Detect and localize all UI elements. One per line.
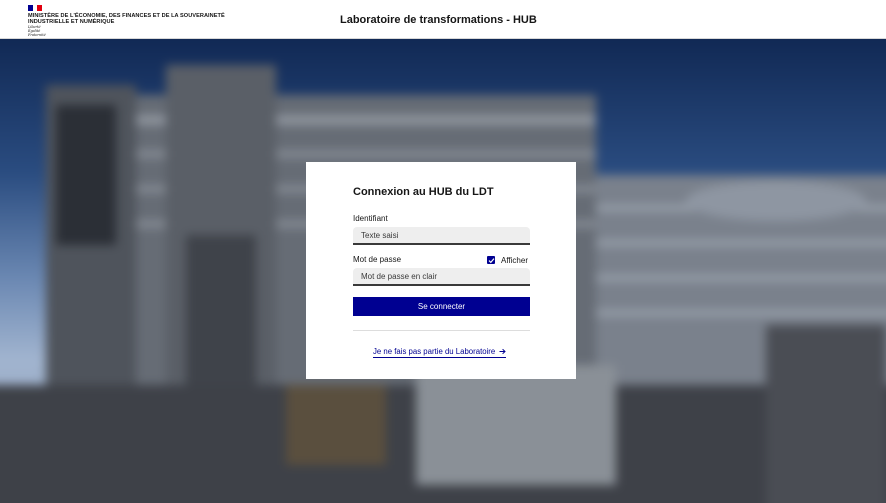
french-flag-icon (28, 5, 43, 11)
username-label: Identifiant (353, 214, 388, 223)
show-password-label: Afficher (501, 255, 528, 265)
login-title: Connexion au HUB du LDT (353, 186, 494, 198)
ministry-name: MINISTÈRE DE L'ÉCONOMIE, DES FINANCES ET… (28, 13, 225, 26)
header-bar: MINISTÈRE DE L'ÉCONOMIE, DES FINANCES ET… (0, 0, 886, 39)
not-member-link[interactable]: Je ne fais pas partie du Laboratoire (373, 347, 507, 358)
username-input[interactable] (353, 227, 530, 245)
service-title[interactable]: Laboratoire de transformations - HUB (340, 14, 537, 26)
password-input[interactable] (353, 268, 530, 286)
not-member-link-label: Je ne fais pas partie du Laboratoire (373, 347, 496, 356)
motto-line: Fraternité (28, 33, 46, 38)
login-button[interactable]: Se connecter (353, 297, 530, 316)
arrow-right-icon (499, 348, 506, 355)
republic-motto: Liberté Égalité Fraternité (28, 26, 238, 38)
show-password-toggle[interactable]: Afficher (487, 255, 528, 265)
divider (353, 330, 530, 331)
checkbox-checked-icon[interactable] (487, 256, 495, 264)
login-card: Connexion au HUB du LDT Identifiant Mot … (306, 162, 576, 379)
password-label: Mot de passe (353, 255, 402, 264)
ministry-logo[interactable]: MINISTÈRE DE L'ÉCONOMIE, DES FINANCES ET… (28, 5, 238, 38)
